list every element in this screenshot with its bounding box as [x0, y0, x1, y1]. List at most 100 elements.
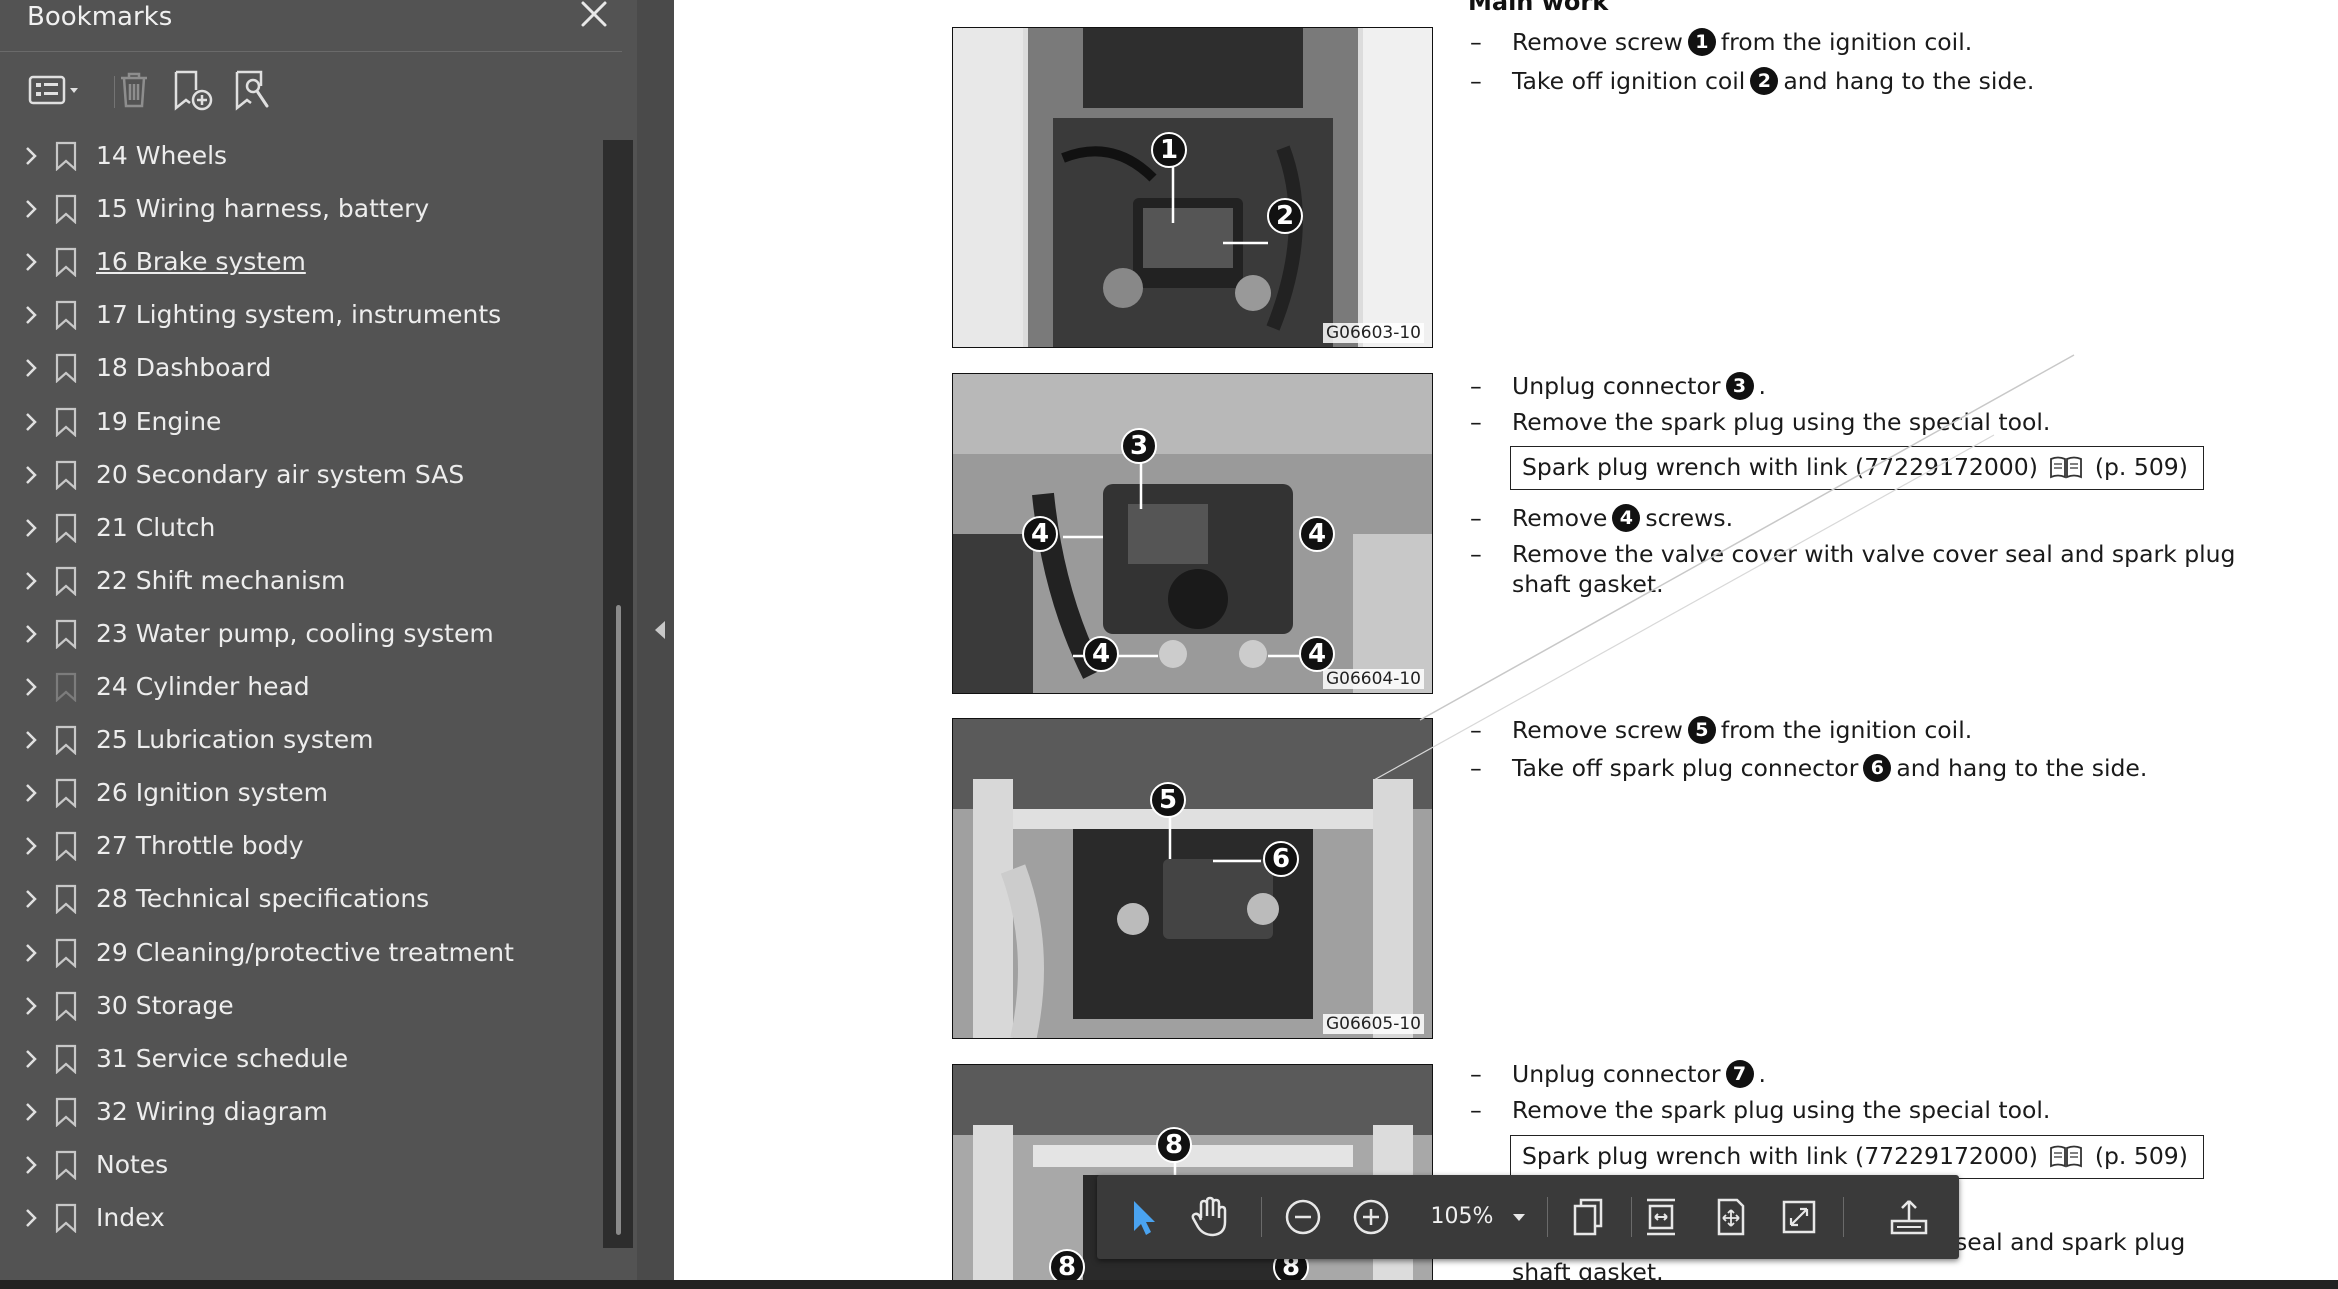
add-bookmark-button[interactable]	[170, 68, 216, 112]
chevron-down-icon[interactable]	[1507, 1205, 1531, 1229]
step: – Remove the spark plug using the special…	[1470, 408, 2051, 436]
bookmark-item[interactable]: 26 Ignition system	[0, 767, 600, 820]
full-screen-button[interactable]	[1775, 1193, 1823, 1241]
chevron-right-icon[interactable]	[22, 782, 40, 804]
bookmark-item[interactable]: Index	[0, 1192, 600, 1245]
bookmark-label: 27 Throttle body	[96, 831, 304, 861]
chevron-right-icon[interactable]	[22, 623, 40, 645]
select-tool-button[interactable]	[1119, 1193, 1167, 1241]
page-reference-link[interactable]: (p. 509)	[2095, 1142, 2188, 1170]
step: – Take off ignition coil 2 and hang to the …	[1470, 66, 2035, 95]
bookmark-icon	[55, 566, 77, 596]
bookmark-icon	[55, 248, 77, 278]
bookmark-icon	[55, 1097, 77, 1127]
callout-3: 3	[1121, 428, 1157, 464]
bookmark-icon	[55, 991, 77, 1021]
bookmark-item[interactable]: 23 Water pump, cooling system	[0, 608, 600, 661]
chevron-right-icon[interactable]	[22, 145, 40, 167]
find-bookmark-button[interactable]	[230, 68, 276, 112]
bookmark-list: 14 Wheels 15 Wiring harness, battery 16 Br…	[0, 126, 600, 1276]
bookmark-icon	[55, 1203, 77, 1233]
bookmark-label: 31 Service schedule	[96, 1043, 349, 1073]
bookmark-label: 16 Brake system	[96, 247, 306, 277]
bookmark-item[interactable]: 30 Storage	[0, 980, 600, 1033]
bookmark-label: 22 Shift mechanism	[96, 565, 346, 595]
bookmark-item[interactable]: 27 Throttle body	[0, 820, 600, 873]
chevron-right-icon[interactable]	[22, 251, 40, 273]
bookmark-item[interactable]: 25 Lubrication system	[0, 714, 600, 767]
step: – Remove 4 screws.	[1470, 503, 1734, 532]
chevron-right-icon[interactable]	[22, 676, 40, 698]
figure-spark-plug-connector: 5 6 G06605-10	[952, 718, 1433, 1039]
bookmarks-title: Bookmarks	[27, 2, 173, 32]
chevron-right-icon[interactable]	[22, 357, 40, 379]
chevron-right-icon[interactable]	[22, 888, 40, 910]
bookmark-label: 20 Secondary air system SAS	[96, 459, 465, 489]
bookmark-item[interactable]: 14 Wheels	[0, 130, 600, 183]
minus-circle-icon	[1285, 1199, 1321, 1235]
callout-4: 4	[1083, 636, 1119, 672]
bookmark-item[interactable]: 15 Wiring harness, battery	[0, 183, 600, 236]
scrollbar-thumb[interactable]	[616, 605, 621, 1235]
fit-width-button[interactable]	[1637, 1193, 1685, 1241]
bookmark-item[interactable]: 24 Cylinder head	[0, 661, 600, 714]
chevron-right-icon[interactable]	[22, 1154, 40, 1176]
bookmark-label: 26 Ignition system	[96, 778, 329, 808]
fit-page-button[interactable]	[1707, 1193, 1755, 1241]
chevron-right-icon[interactable]	[22, 1048, 40, 1070]
bookmark-item[interactable]: 20 Secondary air system SAS	[0, 449, 600, 502]
bookmark-label: 21 Clutch	[96, 512, 216, 542]
figure-valve-cover: 3 4 4 4 4 G06604-10	[952, 373, 1433, 694]
page-view-button[interactable]	[1565, 1193, 1613, 1241]
bookmark-item[interactable]: 29 Cleaning/protective treatment	[0, 927, 600, 980]
chevron-right-icon[interactable]	[22, 464, 40, 486]
zoom-in-button[interactable]	[1347, 1193, 1395, 1241]
delete-bookmark-button[interactable]	[112, 68, 156, 112]
chevron-right-icon[interactable]	[22, 729, 40, 751]
bookmark-label: 15 Wiring harness, battery	[96, 194, 430, 224]
hand-tool-button[interactable]	[1185, 1193, 1233, 1241]
collapse-panel-icon[interactable]	[654, 620, 666, 640]
zoom-level[interactable]: 105%	[1427, 1197, 1497, 1237]
bookmark-label: 30 Storage	[96, 990, 234, 1020]
chevron-right-icon[interactable]	[22, 1101, 40, 1123]
trash-icon	[121, 72, 147, 108]
zoom-out-button[interactable]	[1279, 1193, 1327, 1241]
callout-5: 5	[1150, 782, 1186, 818]
window-bottom-edge	[0, 1280, 2338, 1289]
bookmark-item[interactable]: 18 Dashboard	[0, 342, 600, 395]
bookmark-item[interactable]: 21 Clutch	[0, 502, 600, 555]
chevron-right-icon[interactable]	[22, 835, 40, 857]
toolbar-divider	[1843, 1197, 1844, 1237]
step: – Remove screw 1 from the ignition coil.	[1470, 27, 1973, 56]
chevron-right-icon[interactable]	[22, 942, 40, 964]
bookmark-icon	[55, 194, 77, 225]
chevron-right-icon[interactable]	[22, 304, 40, 326]
chevron-right-icon[interactable]	[22, 411, 40, 433]
bookmark-item[interactable]: 28 Technical specifications	[0, 873, 600, 926]
bookmark-item[interactable]: 16 Brake system	[0, 236, 600, 289]
bookmark-item[interactable]: 19 Engine	[0, 396, 600, 449]
document-page[interactable]: Main work 1 2 G06603-10 3 4 4 4 4 G06604…	[674, 0, 2338, 1280]
callout-4: 4	[1299, 516, 1335, 552]
share-button[interactable]	[1885, 1193, 1933, 1241]
bookmark-item[interactable]: 17 Lighting system, instruments	[0, 289, 600, 342]
bookmark-item[interactable]: 32 Wiring diagram	[0, 1086, 600, 1139]
bookmark-item[interactable]: 22 Shift mechanism	[0, 555, 600, 608]
chevron-right-icon[interactable]	[22, 1207, 40, 1229]
chevron-right-icon[interactable]	[22, 570, 40, 592]
bookmark-options-button[interactable]	[22, 68, 90, 112]
bookmark-item[interactable]: 31 Service schedule	[0, 1033, 600, 1086]
chevron-right-icon[interactable]	[22, 198, 40, 220]
chevron-right-icon[interactable]	[22, 995, 40, 1017]
fit-width-icon	[1647, 1198, 1675, 1236]
callout-4: 4	[1299, 636, 1335, 672]
bookmark-label: 32 Wiring diagram	[96, 1096, 328, 1126]
close-icon[interactable]	[578, 0, 610, 32]
special-tool-box: Spark plug wrench with link (77229172000…	[1510, 1135, 2204, 1179]
chevron-right-icon[interactable]	[22, 517, 40, 539]
bookmarks-scrollbar[interactable]	[603, 140, 633, 1248]
bookmark-item[interactable]: Notes	[0, 1139, 600, 1192]
page-reference-link[interactable]: (p. 509)	[2095, 453, 2188, 481]
book-icon	[2050, 456, 2083, 478]
